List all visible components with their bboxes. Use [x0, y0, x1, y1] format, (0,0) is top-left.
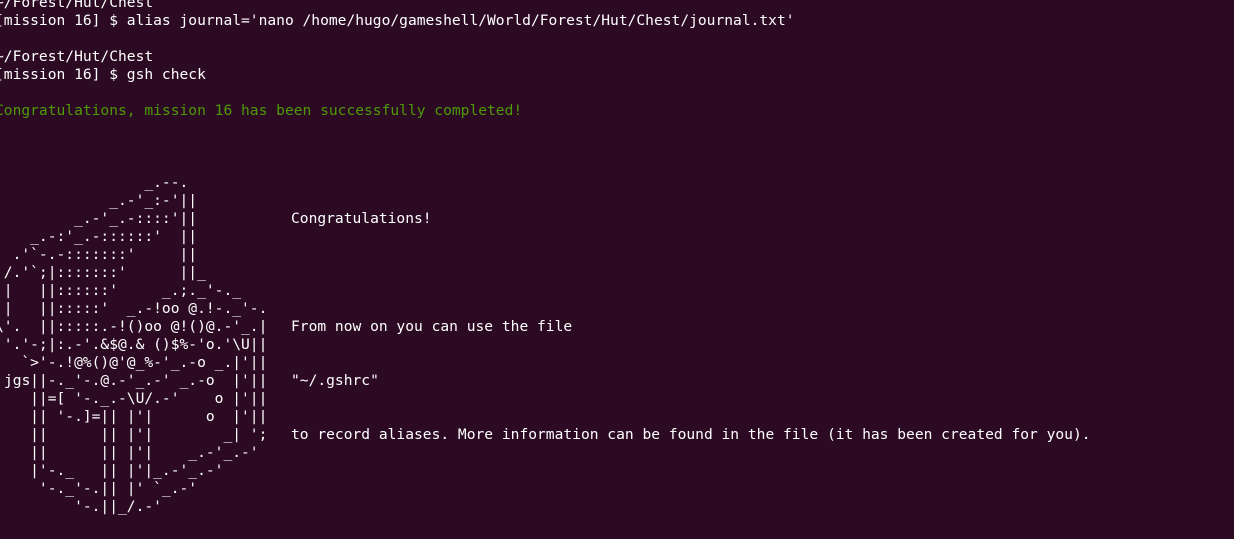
success-message: Congratulations, mission 16 has been suc… [0, 102, 523, 119]
message-line: From now on you can use the file [291, 318, 573, 335]
congratulations-message: Congratulations! From now on you can use… [291, 174, 1091, 480]
command-line: [mission 16] $ alias journal='nano /home… [0, 12, 795, 29]
command-line: [mission 16] $ gsh check [0, 66, 206, 83]
message-line: to record aliases. More information can … [291, 426, 1091, 443]
terminal-window[interactable]: ~/Forest/Hut/Chest [mission 16] $ alias … [0, 0, 1234, 539]
prompt-path: ~/Forest/Hut/Chest [0, 48, 154, 65]
prompt-path: ~/Forest/Hut/Chest [0, 0, 154, 11]
message-title: Congratulations! [291, 210, 432, 227]
treasure-chest-ascii-art: _.--. _.-'_:-'|| _.-'_.-::::'|| _.-:'_.-… [0, 174, 268, 515]
ascii-art-signature: jgs [4, 372, 31, 389]
message-filename: "~/.gshrc" [291, 372, 379, 389]
